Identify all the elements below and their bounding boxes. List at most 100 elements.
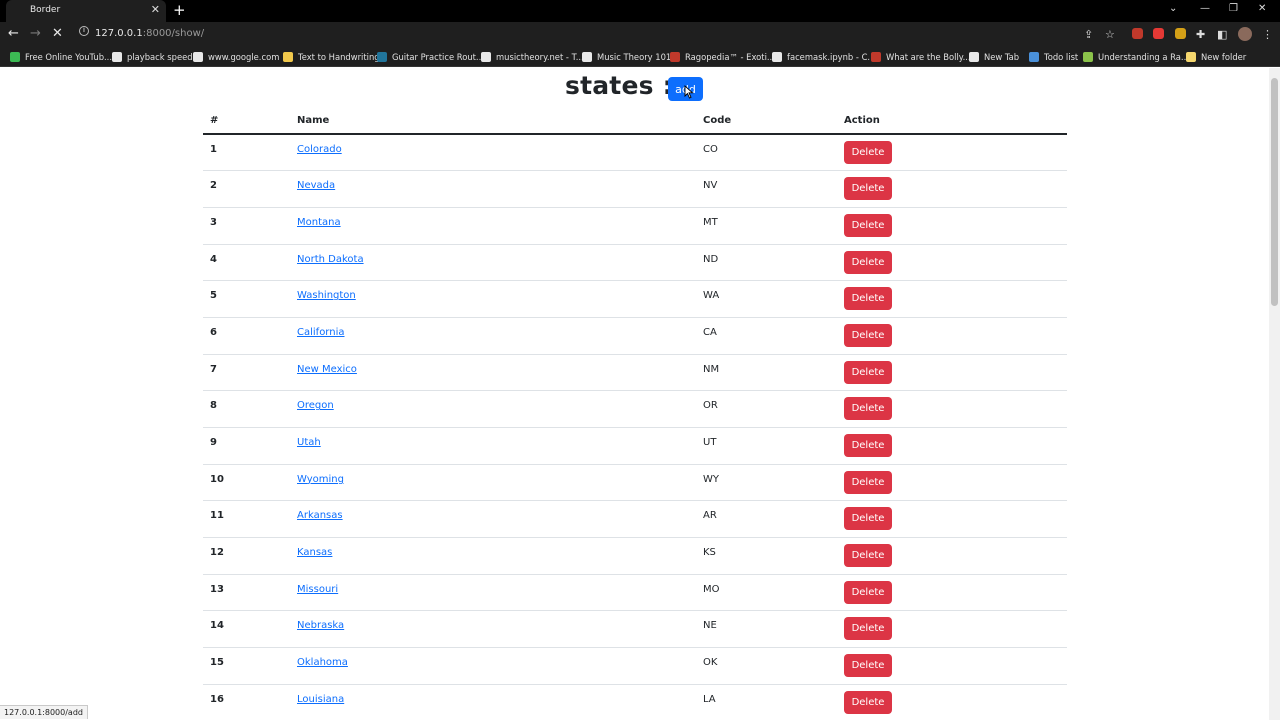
delete-button[interactable]: Delete — [844, 690, 892, 714]
delete-button[interactable]: Delete — [844, 507, 892, 531]
scrollbar[interactable] — [1269, 68, 1280, 720]
extension-icon[interactable] — [1132, 28, 1143, 39]
bookmark-item[interactable]: Guitar Practice Rout... — [377, 50, 484, 64]
action-cell: Delete — [837, 647, 1067, 685]
tab-search-icon[interactable]: ⌄ — [1169, 3, 1177, 14]
back-icon[interactable]: ← — [8, 26, 19, 41]
delete-button[interactable]: Delete — [844, 654, 892, 678]
reload-stop-icon[interactable]: ✕ — [52, 26, 63, 41]
state-code: UT — [696, 427, 837, 465]
bookmark-item[interactable]: New folder — [1186, 50, 1246, 64]
action-cell: Delete — [837, 317, 1067, 355]
delete-button[interactable]: Delete — [844, 470, 892, 494]
state-code: OR — [696, 390, 837, 428]
bookmark-favicon-icon — [1029, 52, 1039, 62]
bookmark-favicon-icon — [969, 52, 979, 62]
bookmark-favicon-icon — [871, 52, 881, 62]
table-row: 10 Wyoming WY Delete — [203, 464, 1067, 502]
table-row: 3 Montana MT Delete — [203, 207, 1067, 245]
page-title: states :- — [565, 71, 684, 100]
tab-strip: Border ✕ + ⌄ — ❐ ✕ — [0, 0, 1280, 22]
extension-icon[interactable] — [1153, 28, 1164, 39]
bookmark-item[interactable]: Ragopedia™ - Exoti... — [670, 50, 775, 64]
minimize-icon[interactable]: — — [1200, 3, 1210, 14]
bookmark-item[interactable]: Understanding a Ra... — [1083, 50, 1189, 64]
bookmark-item[interactable]: New Tab — [969, 50, 1019, 64]
bookmark-item[interactable]: Music Theory 101 — [582, 50, 671, 64]
delete-button[interactable]: Delete — [844, 213, 892, 237]
mouse-cursor-icon — [684, 85, 694, 99]
bookmark-favicon-icon — [377, 52, 387, 62]
delete-button[interactable]: Delete — [844, 617, 892, 641]
state-code: AR — [696, 500, 837, 539]
bookmark-label: Free Online YouTub... — [25, 52, 112, 62]
state-name-link[interactable]: Missouri — [297, 584, 338, 595]
state-name-link[interactable]: Nebraska — [297, 620, 344, 631]
restore-icon[interactable]: ❐ — [1229, 3, 1238, 14]
state-name-cell: Missouri — [290, 574, 696, 612]
delete-button[interactable]: Delete — [844, 141, 892, 164]
bookmark-label: Ragopedia™ - Exoti... — [685, 52, 775, 62]
bookmark-item[interactable]: www.google.com — [193, 50, 279, 64]
state-name-link[interactable]: North Dakota — [297, 254, 364, 265]
address-bar[interactable]: i 127.0.0.1:8000/show/ — [76, 24, 1126, 44]
bookmark-favicon-icon — [670, 52, 680, 62]
state-name-link[interactable]: New Mexico — [297, 364, 357, 375]
state-name-link[interactable]: Montana — [297, 217, 341, 228]
extensions-puzzle-icon[interactable]: ✚ — [1196, 28, 1205, 41]
state-code: NM — [696, 354, 837, 392]
delete-button[interactable]: Delete — [844, 250, 892, 274]
tab-close-icon[interactable]: ✕ — [151, 3, 160, 16]
state-name-link[interactable]: Louisiana — [297, 694, 344, 705]
bookmark-item[interactable]: facemask.ipynb - C... — [772, 50, 875, 64]
table-row: 5 Washington WA Delete — [203, 280, 1067, 318]
delete-button[interactable]: Delete — [844, 360, 892, 384]
scrollbar-thumb[interactable] — [1271, 78, 1278, 306]
state-name-link[interactable]: Washington — [297, 290, 356, 301]
state-code: CA — [696, 317, 837, 355]
action-cell: Delete — [837, 390, 1067, 428]
row-number: 9 — [203, 427, 290, 465]
state-name-cell: Washington — [290, 280, 696, 318]
state-name-link[interactable]: California — [297, 327, 345, 338]
bookmark-item[interactable]: What are the Bolly... — [871, 50, 971, 64]
bookmark-item[interactable]: musictheory.net - T... — [481, 50, 584, 64]
bookmark-item[interactable]: Free Online YouTub... — [10, 50, 112, 64]
bookmark-item[interactable]: playback speed — [112, 50, 193, 64]
site-info-icon[interactable]: i — [79, 26, 89, 36]
action-cell: Delete — [837, 207, 1067, 245]
state-name-link[interactable]: Wyoming — [297, 474, 344, 485]
delete-button[interactable]: Delete — [844, 287, 892, 311]
bookmark-star-icon[interactable]: ☆ — [1105, 28, 1115, 41]
forward-icon[interactable]: → — [30, 26, 41, 41]
browser-tab[interactable]: Border ✕ — [6, 0, 166, 22]
new-tab-icon[interactable]: + — [173, 1, 186, 19]
state-name-link[interactable]: Nevada — [297, 180, 335, 191]
table-row: 1 Colorado CO Delete — [203, 134, 1067, 172]
bookmark-favicon-icon — [283, 52, 293, 62]
state-name-link[interactable]: Utah — [297, 437, 321, 448]
profile-avatar[interactable] — [1238, 27, 1252, 41]
extension-icon[interactable] — [1175, 28, 1186, 39]
state-name-link[interactable]: Kansas — [297, 547, 332, 558]
delete-button[interactable]: Delete — [844, 434, 892, 457]
close-window-icon[interactable]: ✕ — [1258, 3, 1266, 14]
delete-button[interactable]: Delete — [844, 397, 892, 421]
state-name-link[interactable]: Oklahoma — [297, 657, 348, 668]
delete-button[interactable]: Delete — [844, 544, 892, 568]
share-icon[interactable]: ⇪ — [1084, 28, 1093, 41]
side-panel-icon[interactable]: ◧ — [1217, 28, 1227, 41]
state-name-link[interactable]: Colorado — [297, 144, 342, 155]
action-cell: Delete — [837, 500, 1067, 539]
state-name-cell: Colorado — [290, 134, 696, 172]
state-name-link[interactable]: Oregon — [297, 400, 334, 411]
delete-button[interactable]: Delete — [844, 580, 892, 604]
bookmark-item[interactable]: Todo list — [1029, 50, 1078, 64]
action-cell: Delete — [837, 537, 1067, 575]
state-name-link[interactable]: Arkansas — [297, 510, 343, 521]
bookmark-item[interactable]: Text to Handwriting — [283, 50, 380, 64]
delete-button[interactable]: Delete — [844, 323, 892, 347]
menu-icon[interactable]: ⋮ — [1262, 28, 1273, 41]
delete-button[interactable]: Delete — [844, 177, 892, 201]
action-cell: Delete — [837, 280, 1067, 318]
